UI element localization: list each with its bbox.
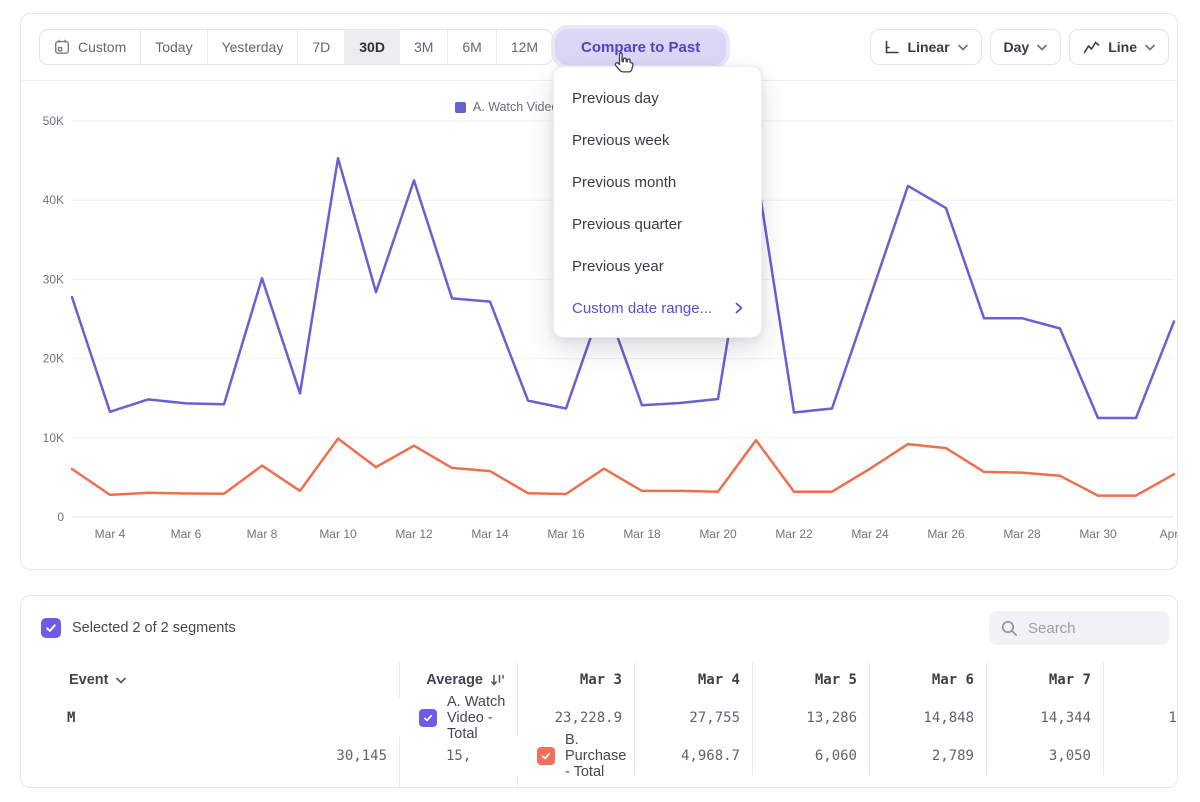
check-icon	[422, 712, 434, 724]
select-all-checkbox[interactable]	[41, 618, 61, 638]
chevron-down-icon	[1145, 44, 1155, 51]
segment-name: B. Purchase - Total	[565, 732, 634, 780]
column-header-clipped: M	[21, 699, 400, 737]
chevron-down-icon	[1037, 44, 1047, 51]
scale-dropdown[interactable]: Linear	[870, 29, 982, 65]
svg-text:Mar 26: Mar 26	[927, 527, 965, 541]
column-header-mar-5: Mar 5	[753, 661, 870, 699]
range-label: Custom	[78, 39, 126, 55]
svg-text:Mar 24: Mar 24	[851, 527, 889, 541]
segments-card: Selected 2 of 2 segments Event Average	[20, 595, 1178, 788]
svg-text:Mar 20: Mar 20	[699, 527, 737, 541]
table-row-purchase: B. Purchase - Total	[518, 737, 635, 775]
svg-text:Mar 30: Mar 30	[1079, 527, 1117, 541]
svg-text:Mar 14: Mar 14	[471, 527, 509, 541]
menu-item-previous-month[interactable]: Previous month	[554, 161, 761, 203]
cell-value: 14,230	[1104, 699, 1178, 737]
chart-type-dropdown[interactable]: Line	[1069, 29, 1169, 65]
sort-descending-icon	[490, 673, 505, 687]
range-7d[interactable]: 7D	[298, 30, 345, 64]
svg-text:0: 0	[57, 510, 64, 524]
svg-text:Mar 6: Mar 6	[171, 527, 202, 541]
column-header-mar-7: Mar 7	[987, 661, 1104, 699]
granularity-dropdown[interactable]: Day	[990, 29, 1062, 65]
cell-value: 13,286	[753, 699, 870, 737]
menu-item-previous-quarter[interactable]: Previous quarter	[554, 203, 761, 245]
cell-value: 6,060	[753, 737, 870, 775]
cell-average: 4,968.7	[635, 737, 753, 775]
line-chart-icon	[1083, 40, 1100, 54]
segment-name: A. Watch Video - Total	[447, 694, 517, 742]
svg-text:Mar 12: Mar 12	[395, 527, 433, 541]
column-header-event[interactable]: Event	[21, 661, 400, 699]
svg-text:20K: 20K	[43, 352, 64, 366]
cell-value: 27,755	[635, 699, 753, 737]
compare-menu: Previous day Previous week Previous mont…	[553, 66, 762, 338]
linear-axis-icon	[884, 40, 900, 55]
cell-value-clipped: 15,	[400, 737, 518, 775]
column-header-mar-8: Mar 8	[1104, 661, 1178, 699]
svg-text:Mar 8: Mar 8	[247, 527, 278, 541]
cell-value: 14,344	[987, 699, 1104, 737]
calendar-icon	[54, 39, 70, 55]
granularity-label: Day	[1004, 39, 1030, 55]
chart-controls: Linear Day	[870, 29, 1169, 65]
svg-text:Mar 28: Mar 28	[1003, 527, 1041, 541]
range-6m[interactable]: 6M	[448, 30, 496, 64]
cell-value: 2,925	[21, 775, 400, 788]
check-icon	[540, 750, 552, 762]
chevron-right-icon	[735, 302, 743, 314]
scale-label: Linear	[908, 39, 950, 55]
menu-item-previous-year[interactable]: Previous year	[554, 245, 761, 287]
compare-to-past-button[interactable]: Compare to Past	[555, 29, 726, 65]
menu-item-custom-date-range[interactable]: Custom date range...	[554, 287, 761, 329]
search-input[interactable]	[1028, 620, 1158, 637]
chevron-down-icon	[116, 677, 126, 684]
svg-text:Mar 22: Mar 22	[775, 527, 813, 541]
analytics-page: Custom Today Yesterday 7D 30D 3M 6M 12M …	[0, 0, 1200, 802]
cell-value: 2,789	[870, 737, 987, 775]
svg-text:Mar 16: Mar 16	[547, 527, 585, 541]
column-header-mar-3: Mar 3	[518, 661, 635, 699]
svg-text:Mar 4: Mar 4	[95, 527, 126, 541]
range-30d[interactable]: 30D	[345, 30, 400, 64]
svg-text:40K: 40K	[43, 193, 64, 207]
svg-text:50K: 50K	[43, 114, 64, 128]
chevron-down-icon	[958, 44, 968, 51]
svg-text:Mar 10: Mar 10	[319, 527, 357, 541]
date-range-group: Custom Today Yesterday 7D 30D 3M 6M 12M	[39, 29, 553, 65]
range-yesterday[interactable]: Yesterday	[208, 30, 299, 64]
segments-selected-label: Selected 2 of 2 segments	[72, 620, 236, 636]
range-custom[interactable]: Custom	[40, 30, 141, 64]
svg-text:10K: 10K	[43, 431, 64, 445]
column-header-mar-4: Mar 4	[635, 661, 753, 699]
cell-value: 3,050	[987, 737, 1104, 775]
range-today[interactable]: Today	[141, 30, 207, 64]
menu-item-previous-day[interactable]: Previous day	[554, 77, 761, 119]
search-box[interactable]	[989, 611, 1169, 645]
table-row-watch-video: A. Watch Video - Total	[400, 699, 518, 737]
check-icon	[44, 621, 58, 635]
cell-value: 2,973	[1104, 737, 1178, 775]
row-checkbox-watch-video[interactable]	[419, 709, 437, 727]
cell-value: 30,145	[21, 737, 400, 775]
menu-item-previous-week[interactable]: Previous week	[554, 119, 761, 161]
row-checkbox-purchase[interactable]	[537, 747, 555, 765]
cell-value-clipped: 3,	[518, 775, 635, 788]
svg-text:30K: 30K	[43, 272, 64, 286]
segments-table: Event Average Mar 3 Mar 4 Mar 5 Mar 6 Ma…	[21, 661, 1178, 788]
search-icon	[1001, 620, 1018, 637]
segments-header: Selected 2 of 2 segments	[41, 610, 1169, 646]
svg-text:Mar 18: Mar 18	[623, 527, 661, 541]
cell-value: 14,848	[870, 699, 987, 737]
column-header-mar-6: Mar 6	[870, 661, 987, 699]
range-12m[interactable]: 12M	[497, 30, 552, 64]
svg-text:Apr 1: Apr 1	[1160, 527, 1177, 541]
range-3m[interactable]: 3M	[400, 30, 448, 64]
chart-type-label: Line	[1108, 39, 1137, 55]
cell-value: 6,484	[400, 775, 518, 788]
